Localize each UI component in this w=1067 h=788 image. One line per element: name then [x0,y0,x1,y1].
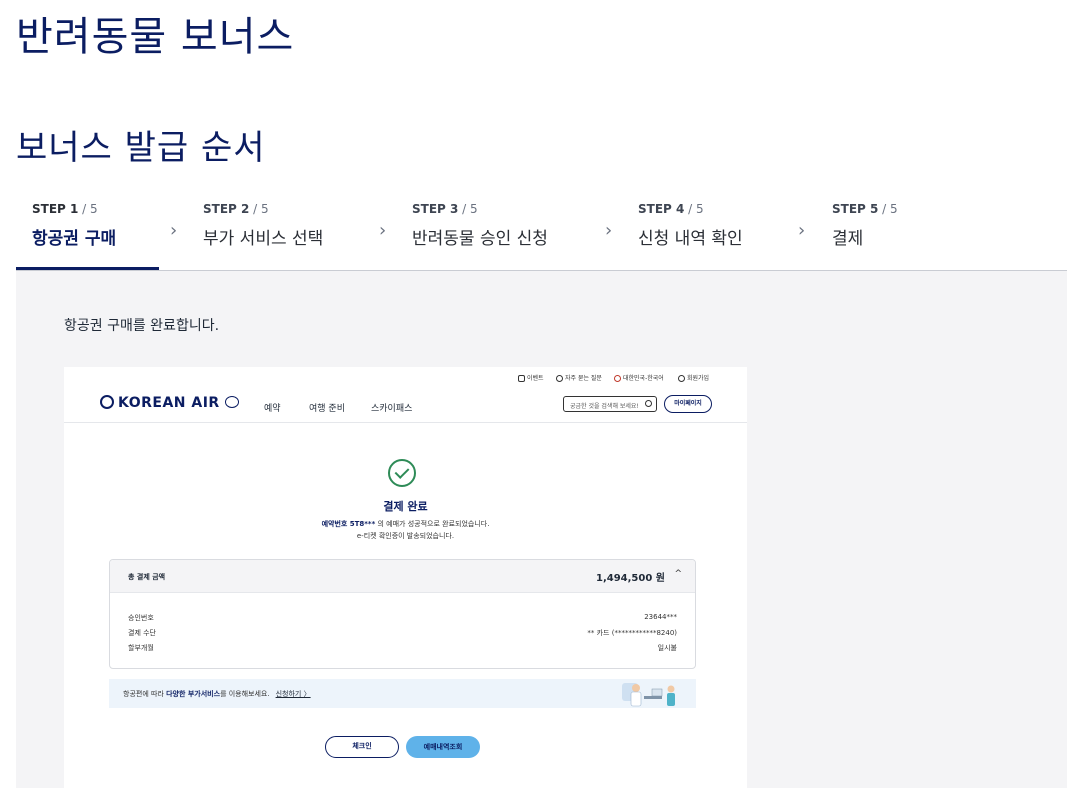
reservation-message: 예약번호 5T8*** 의 예매가 성공적으로 완료되었습니다. [321,520,490,528]
step-3-label: 반려동물 승인 신청 [412,229,548,249]
total-amount-value: 1,494,500 원 [596,573,665,584]
step-4-label: 신청 내역 확인 [638,229,743,249]
chevron-up-icon: ^ [674,569,682,579]
active-step-indicator [16,267,159,270]
step-1-number: STEP 1 [32,202,79,216]
section-title: 보너스 발급 순서 [16,128,266,168]
util-link-faq: 자주 묻는 질문 [556,373,602,382]
step-3-number: STEP 3 [412,202,459,216]
step-2-number: STEP 2 [203,202,250,216]
util-link-event: 이벤트 [518,373,544,382]
approval-number-value: 23644*** [644,613,677,621]
step-2-total: / 5 [249,202,269,216]
example-screenshot: 이벤트 자주 묻는 질문 대한민국-한국어 회원가입 KOREAN AIR 예약… [64,367,747,788]
check-circle-icon [388,459,416,487]
booking-history-button: 예매내역조회 [406,736,480,758]
payment-method-label: 결제 수단 [128,629,156,637]
step-1-label: 항공권 구매 [32,229,117,249]
step-description: 항공권 구매를 완료합니다. [64,318,220,334]
extra-service-banner: 항공편에 따라 다양한 부가서비스를 이용해보세요. 신청하기 〉 [109,679,696,708]
page-title: 반려동물 보너스 [16,14,295,60]
question-icon [556,375,563,382]
taeguk-icon [224,396,239,408]
chevron-right-icon: › [170,220,178,241]
korea-flag-icon [614,375,621,382]
apply-link: 신청하기 〉 [275,690,311,698]
nav-item-travel-prep: 여행 준비 [309,404,345,414]
eticket-message: e-티켓 확인증이 발송되었습니다. [356,532,455,540]
total-amount-label: 총 결제 금액 [128,573,166,581]
chevron-right-icon: › [798,220,806,241]
step-1-total: / 5 [78,202,98,216]
step-4-number: STEP 4 [638,202,685,216]
step-5-total: / 5 [878,202,898,216]
header-divider [64,422,747,423]
installment-label: 할부개월 [128,644,154,652]
search-box: 궁금한 것을 검색해 보세요! [563,396,657,412]
service-illustration-icon [622,683,675,707]
step-4-total: / 5 [684,202,704,216]
util-link-language: 대한민국-한국어 [614,373,664,382]
step-progress: STEP 1 / 5 항공권 구매 › STEP 2 / 5 부가 서비스 선택… [16,186,1067,271]
calendar-icon [518,375,525,382]
step-5-number: STEP 5 [832,202,879,216]
step-content-panel: 항공권 구매를 완료합니다. 이벤트 자주 묻는 질문 대한민국-한국어 회원가… [16,271,1067,788]
user-plus-icon [678,375,685,382]
extra-service-highlight: 다양한 부가서비스 [166,690,221,698]
chevron-right-icon: › [379,220,387,241]
approval-number-label: 승인번호 [128,614,154,622]
installment-value: 일시불 [657,644,677,652]
checkin-button: 체크인 [325,736,399,758]
search-icon [645,400,652,407]
chevron-right-icon: › [605,220,613,241]
logo-mark-icon [100,395,114,409]
payment-method-value: ** 카드 (************8240) [587,629,677,637]
payment-complete-title: 결제 완료 [383,500,428,513]
step-5-label: 결제 [832,229,864,249]
nav-item-skypass: 스카이패스 [371,404,413,414]
korean-air-logo: KOREAN AIR [100,395,239,411]
payment-summary-header: 총 결제 금액 1,494,500 원 ^ [110,560,695,593]
step-3-total: / 5 [458,202,478,216]
payment-summary-card: 총 결제 금액 1,494,500 원 ^ 승인번호 23644*** 결제 수… [109,559,696,669]
step-2-label: 부가 서비스 선택 [203,229,324,249]
nav-item-booking: 예약 [264,404,281,414]
util-link-signup: 회원가입 [678,373,709,382]
mypage-button: 마이페이지 [664,395,712,413]
reservation-number: 예약번호 5T8*** [321,520,376,528]
